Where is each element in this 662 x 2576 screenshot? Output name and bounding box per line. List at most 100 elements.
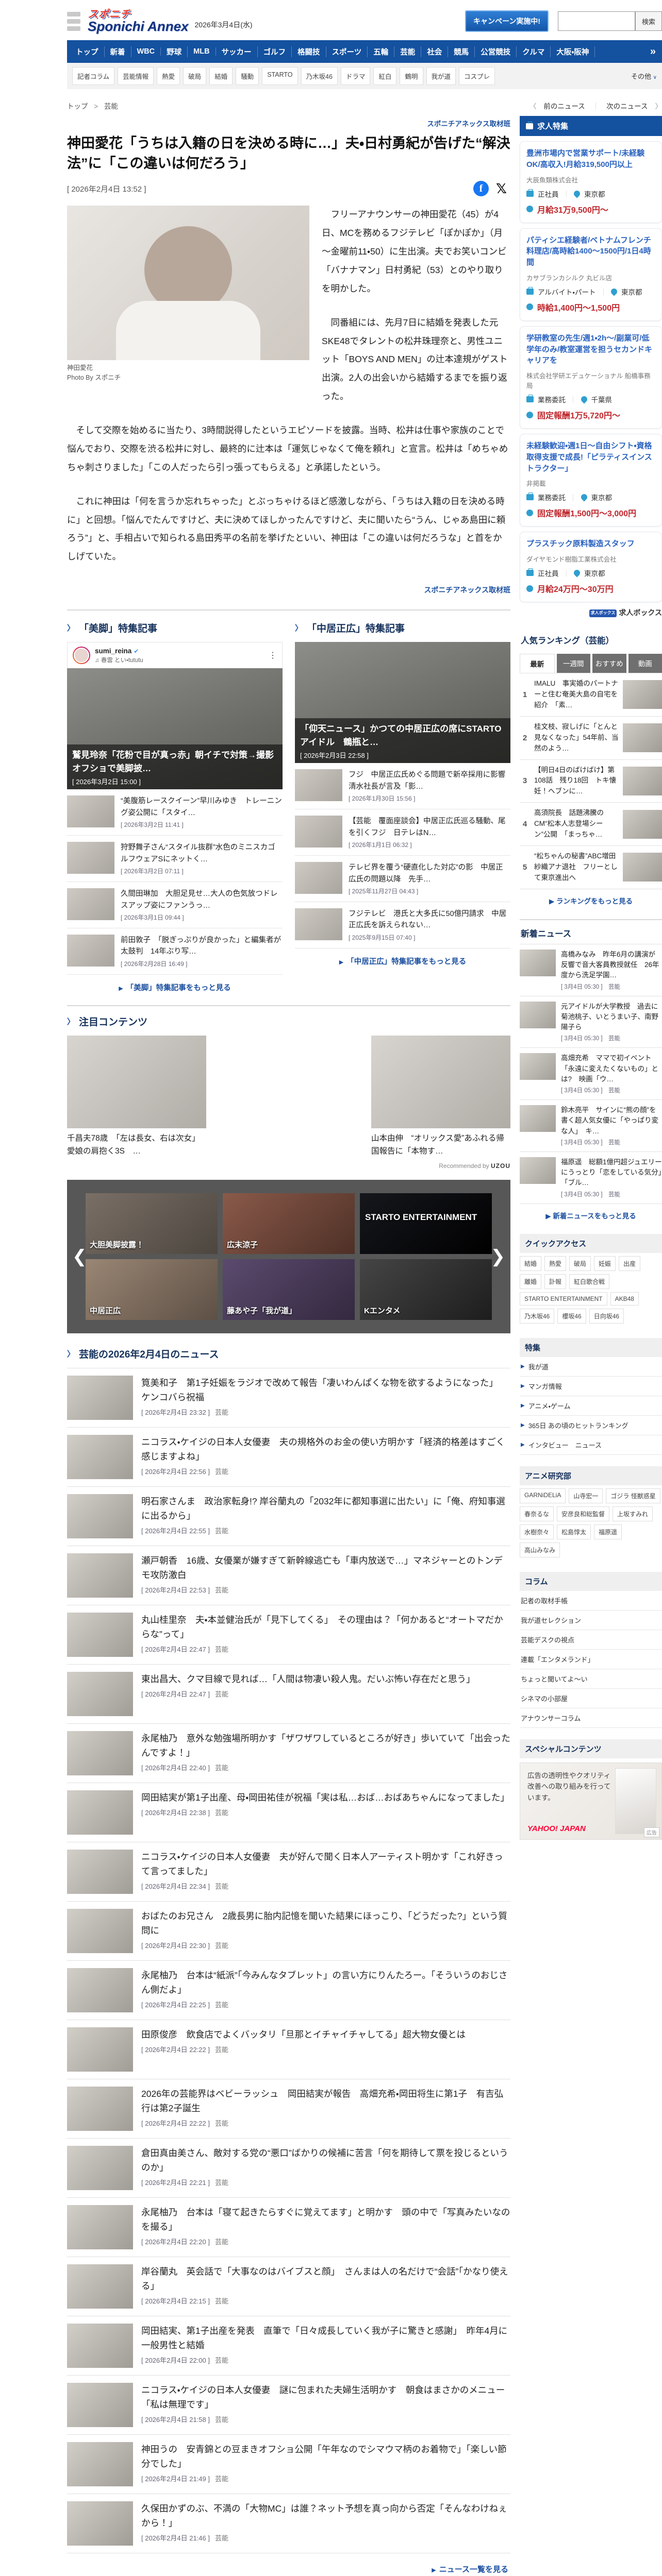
quick-access-chip[interactable]: 出産 — [619, 1256, 640, 1271]
more-options-icon[interactable]: ⋮ — [269, 650, 277, 660]
column-link[interactable]: 芸能デスクの視点 — [520, 1630, 662, 1650]
subnav-chip[interactable]: 破局 — [183, 67, 206, 85]
ranking-item[interactable]: 5 “松ちゃんの秘書”ABC増田紗織アナ退社 フリーとして東京進出へ — [520, 846, 662, 889]
news-list-item[interactable]: 丸山桂里奈 夫・本並健治氏が「見下してくる」 その理由は？「何かあると“オートマ… — [67, 1605, 510, 1665]
feature-list-item[interactable]: テレビ界を覆う“硬直化した対応”の影 中居正広氏の問題以降 先手…[ 2025年… — [295, 856, 510, 902]
quick-access-chip[interactable]: AKB48 — [610, 1292, 639, 1306]
latest-news-item[interactable]: 鈴木亮平 サインに“熊の顔”を書く超人気女優に「やっぱり変な人」 キ… [ 3月… — [520, 1100, 662, 1152]
news-list-item[interactable]: 明石家さんま 政治家転身!? 岸谷蘭丸の「2032年に都知事選に出たい」に「俺、… — [67, 1487, 510, 1546]
column-link[interactable]: アナウンサーコラム — [520, 1708, 662, 1728]
nav-item[interactable]: 格闘技 — [292, 46, 326, 57]
nav-item[interactable]: 大阪・阪神 — [551, 46, 595, 57]
job-card[interactable]: 豊洲市場内で営業サポート/未経験OK/高収入!月給319,500円以上 大辰魚類… — [520, 141, 662, 223]
news-list-more-link[interactable]: ▶ニュース一覧を見る — [67, 2553, 510, 2576]
latest-news-item[interactable]: 福原遥 総額1億円超ジュエリーにうっとり「恋をしている気分」 「ブル… [ 3月… — [520, 1152, 662, 1204]
column-link[interactable]: シネマの小部屋 — [520, 1689, 662, 1708]
nav-item[interactable]: トップ — [70, 46, 105, 57]
nav-item[interactable]: 公営競技 — [475, 46, 517, 57]
column-link[interactable]: 我が道セレクション — [520, 1611, 662, 1630]
anime-chip[interactable]: 上坂すみれ — [613, 1506, 653, 1521]
news-list-item[interactable]: 瀬戸朝香 16歳、女優業が嫌すぎて新幹線逃亡も「車内放送で…」マネジャーとのトン… — [67, 1546, 510, 1605]
byline-link[interactable]: スポニチアネックス取材班 — [67, 118, 510, 128]
carousel-tile[interactable]: 大胆美脚披露！ — [86, 1193, 218, 1254]
news-list-item[interactable]: 永尾柚乃 意外な勉強場所明かす「ザワザワしているところが好き」歩いていて「出会っ… — [67, 1724, 510, 1783]
ranking-tab[interactable]: 最新 — [520, 654, 555, 673]
quick-access-chip[interactable]: 訃報 — [544, 1274, 566, 1289]
anime-chip[interactable]: 水樹奈々 — [520, 1524, 554, 1539]
carousel-tile[interactable]: 中居正広 — [86, 1259, 218, 1320]
quick-access-chip[interactable]: 日向坂46 — [589, 1309, 624, 1324]
news-list-item[interactable]: ニコラス・ケイジの日本人女優妻 夫が好んで聞く日本人アーティスト明かす「これ好き… — [67, 1842, 510, 1902]
nav-item[interactable]: 芸能 — [394, 46, 421, 57]
uzou-credit[interactable]: Recommended by UZOU — [67, 1162, 510, 1170]
nav-item[interactable]: 五輪 — [368, 46, 394, 57]
next-news-link[interactable]: 次のニュース — [606, 100, 648, 111]
feature-main-card[interactable]: 鷲見玲奈「花粉で目が真っ赤」朝イチで対策→撮影オフショで美脚披… [ 2026年… — [67, 668, 283, 789]
news-list-item[interactable]: 岡田結実が第1子出産、母・岡田祐佳が祝福「実は私…おば…おばあちゃんになってまし… — [67, 1783, 510, 1842]
subnav-chip[interactable]: コスプレ — [459, 67, 495, 85]
subnav-chip[interactable]: ドラマ — [341, 67, 371, 85]
instagram-username[interactable]: sumi_reina — [95, 647, 131, 655]
prev-news-link[interactable]: 前のニュース — [543, 100, 585, 111]
kyujin-box-logo[interactable]: 求人ボックス求人ボックス — [520, 607, 662, 618]
latest-news-item[interactable]: 高畑充希 ママで初イベント 「永遠に変えたくないもの」とは? 映画「ウ… [ 3… — [520, 1048, 662, 1100]
nav-item[interactable]: 競馬 — [448, 46, 475, 57]
featured-card[interactable]: 山本由伸 “オリックス愛”あふれる帰国報告に「本物す… — [371, 1036, 510, 1158]
nav-item[interactable]: 野球 — [161, 46, 188, 57]
feature-list-item[interactable]: フジ 中居正広氏めぐる問題で新卒採用に影響 清水社長が言及「影…[ 2026年1… — [295, 763, 510, 809]
nav-item[interactable]: 社会 — [421, 46, 448, 57]
quick-access-chip[interactable]: 乃木坂46 — [520, 1309, 554, 1324]
carousel-tile[interactable]: STARTO ENTERTAINMENT — [360, 1193, 492, 1254]
ad-banner[interactable]: 広告の透明性やクオリティ改善への取り組みを行っています。 YAHOO! JAPA… — [520, 1762, 662, 1840]
anime-chip[interactable]: 高山みなみ — [520, 1543, 560, 1557]
job-card[interactable]: 学研教室の先生/週1・2h～/副業可/低学年のみ/教室運営を担うセカンドキャリア… — [520, 326, 662, 429]
news-list-item[interactable]: 岡田結実、第1子出産を発表 直筆で「日々成長していく我が子に驚きと感謝」 昨年4… — [67, 2316, 510, 2376]
subnav-chip[interactable]: 紅白 — [373, 67, 396, 85]
anime-chip[interactable]: 福原遥 — [594, 1524, 622, 1539]
latest-more-link[interactable]: ▶ 新着ニュースをもっと見る — [520, 1204, 662, 1223]
ranking-item[interactable]: 3 【明日4日のばけばけ】第108話 残り18回 トキ懐妊！ヘブンに… — [520, 760, 662, 803]
feature-link[interactable]: ▶インタビュー ニュース — [520, 1435, 662, 1455]
ranking-tab[interactable]: 動画 — [628, 654, 662, 673]
ranking-item[interactable]: 2 桂文枝、寂しげに「とんと見なくなった」54年前、当然のよう… — [520, 717, 662, 760]
carousel-tile[interactable]: 藤あや子「我が道」 — [223, 1259, 355, 1320]
news-list-item[interactable]: 永尾柚乃 台本は“紙派”「今みんなタブレット」の言い方にりんたろー。「そういうの… — [67, 1961, 510, 2020]
feature-link[interactable]: ▶365日 あの頃のヒットランキング — [520, 1416, 662, 1435]
subnav-chip[interactable]: 記者コラム — [72, 67, 114, 85]
column-link[interactable]: 記者の取材手帳 — [520, 1591, 662, 1611]
ranking-item[interactable]: 1 IMALU 事実婚のパートナーと住む奄美大島の自宅を紹介 「素… — [520, 673, 662, 717]
job-card[interactable]: プラスチック原料製造スタッフ ダイヤモンド樹脂工業株式会社 正社員 ｜ 東京都 … — [520, 532, 662, 602]
breadcrumb-current[interactable]: 芸能 — [104, 103, 118, 110]
anime-chip[interactable]: ゴジラ 怪獣惑星 — [606, 1488, 660, 1503]
news-list-item[interactable]: 東出昌大、クマ目線で見れば…「人間は物凄い殺人鬼。だいぶ怖い存在だと思う」 [ … — [67, 1665, 510, 1724]
feature-list-item[interactable]: 【芸能 覆面座談会】中居正広氏巡る騒動、尾を引くフジ 日テレはN…[ 2026年… — [295, 809, 510, 856]
subnav-chip[interactable]: 熱愛 — [157, 67, 180, 85]
anime-chip[interactable]: GARNiDELiA — [520, 1488, 566, 1503]
subnav-chip[interactable]: STARTO — [262, 67, 297, 85]
quick-access-chip[interactable]: STARTO ENTERTAINMENT — [520, 1292, 607, 1306]
news-list-item[interactable]: 岸谷蘭丸 英会話で「大事なのはバイブスと顔」 さんまは人の名だけで“会話”「かな… — [67, 2257, 510, 2316]
search-input[interactable] — [558, 11, 635, 31]
nav-item[interactable]: 新着 — [105, 46, 131, 57]
feature-list-item[interactable]: 久間田琳加 大胆足見せ…大人の色気放つドレスアップ姿にファンうっ…[ 2026年… — [67, 882, 283, 928]
news-list-item[interactable]: 筧美和子 第1子妊娠をラジオで改めて報告「凄いわんぱくな物を欲するようになった」… — [67, 1368, 510, 1428]
news-list-item[interactable]: 田原俊彦 飲食店でよくバッタリ「旦那とイチャイチャしてる」超大物女優とは [ 2… — [67, 2020, 510, 2079]
quick-access-chip[interactable]: 櫻坂46 — [557, 1309, 586, 1324]
latest-news-item[interactable]: 元アイドルが大学教授 過去に菊池桃子、いとうまい子、南野陽子ら [ 3月4日 0… — [520, 996, 662, 1048]
facebook-share-icon[interactable]: f — [473, 181, 489, 196]
feature-list-item[interactable]: 狩野舞子さん“スタイル抜群”水色のミニスカゴルフウェアSにネットく…[ 2026… — [67, 836, 283, 882]
menu-icon[interactable] — [67, 10, 80, 32]
ranking-tab[interactable]: おすすめ — [592, 654, 626, 673]
subnav-chip[interactable]: 結婚 — [209, 67, 233, 85]
article-photo[interactable] — [67, 206, 309, 360]
quick-access-chip[interactable]: 熱愛 — [544, 1256, 566, 1271]
news-list-item[interactable]: おばたのお兄さん 2歳長男に胎内記憶を聞いた結果にほっこり、「どうだった?」とい… — [67, 1902, 510, 1961]
quick-access-chip[interactable]: 離婚 — [520, 1274, 541, 1289]
nav-item[interactable]: WBC — [131, 47, 161, 56]
nav-item[interactable]: サッカー — [216, 46, 258, 57]
feature-link[interactable]: ▶マンガ情報 — [520, 1377, 662, 1396]
feature-list-item[interactable]: “美腹筋レースクイーン”早川みゆき トレーニング姿公開に「スタイ…[ 2026年… — [67, 789, 283, 836]
subnav-chip[interactable]: 騒動 — [236, 67, 259, 85]
job-card[interactable]: パティシエ経験者/ベトナムフレンチ料理店/高時給1400～1500円/1日4時間… — [520, 228, 662, 321]
nav-item[interactable]: ゴルフ — [258, 46, 292, 57]
